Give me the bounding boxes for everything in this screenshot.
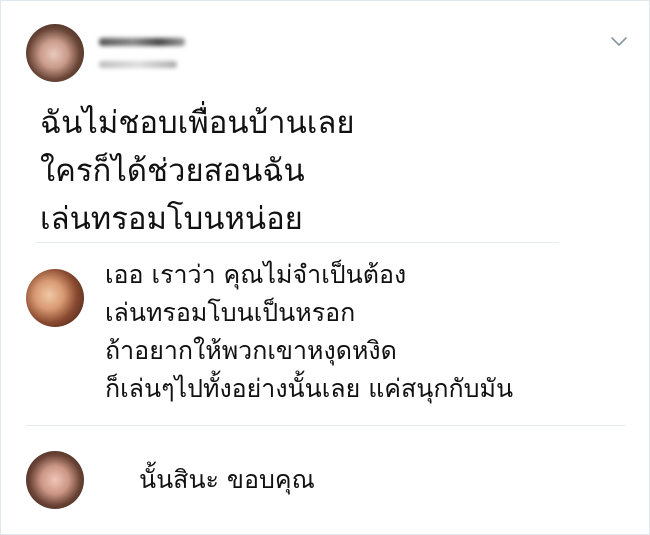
reply2-line: นั้นสินะ ขอบคุณ [139, 465, 315, 494]
tweet-line: ใครก็ได้ช่วยสอนฉัน [40, 153, 305, 189]
tweet-line: ฉันไม่ชอบเพื่อนบ้านเลย [40, 105, 355, 141]
reply-line: เล่นทรอมโบนเป็นหรอก [105, 298, 356, 327]
chevron-down-icon[interactable] [609, 31, 629, 51]
avatar[interactable] [26, 24, 84, 82]
reply-line: ถ้าอยากให้พวกเขาหงุดหงิด [105, 336, 397, 365]
reply-avatar[interactable] [26, 269, 84, 327]
reply-text: เออ เราว่า คุณไม่จำเป็นต้อง เล่นทรอมโบนเ… [105, 256, 513, 408]
reply-line: ก็เล่นๆไปทั้งอย่างนั้นเลย แค่สนุกกับมัน [105, 374, 514, 403]
divider [36, 242, 559, 243]
reply-line: เออ เราว่า คุณไม่จำเป็นต้อง [105, 260, 407, 289]
tweet-text: ฉันไม่ชอบเพื่อนบ้านเลย ใครก็ได้ช่วยสอนฉั… [40, 99, 355, 243]
tweet-card: ฉันไม่ชอบเพื่อนบ้านเลย ใครก็ได้ช่วยสอนฉั… [0, 0, 650, 535]
tweet-line: เล่นทรอมโบนหน่อย [40, 201, 303, 237]
blurred-display-name[interactable] [99, 38, 185, 46]
reply2-avatar[interactable] [26, 451, 84, 509]
divider [26, 425, 626, 426]
blurred-username[interactable] [99, 61, 177, 68]
reply2-text: นั้นสินะ ขอบคุณ [139, 461, 315, 499]
